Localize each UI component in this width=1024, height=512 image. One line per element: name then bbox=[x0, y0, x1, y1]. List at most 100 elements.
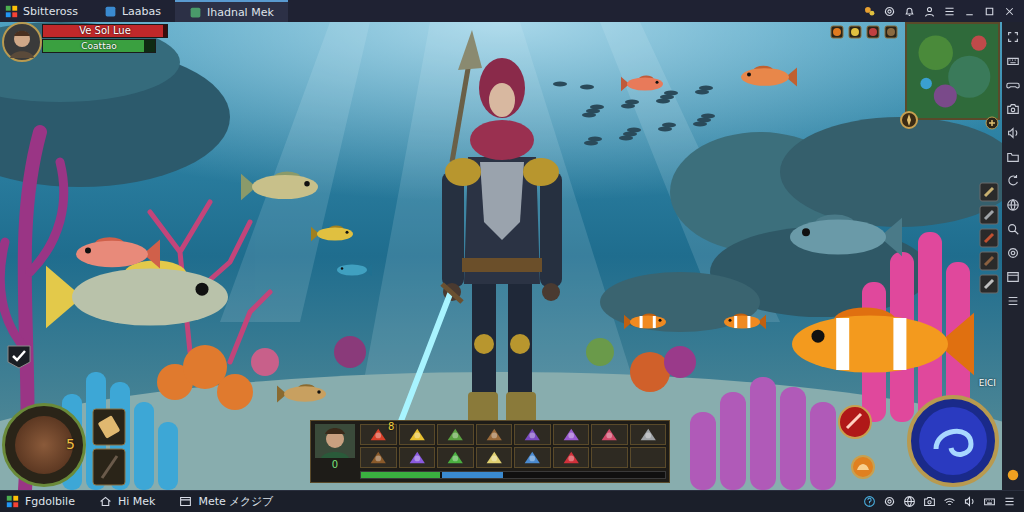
buff-icon[interactable] bbox=[830, 25, 844, 39]
tab[interactable]: Laabas bbox=[90, 0, 175, 22]
hotbar-slot[interactable] bbox=[514, 424, 551, 445]
menu-icon[interactable] bbox=[1003, 495, 1016, 508]
title-bar: Sbitteross LaabasIhadnal Mek bbox=[0, 0, 1024, 22]
hotbar-slot[interactable] bbox=[476, 424, 513, 445]
sand bbox=[0, 372, 1002, 490]
folder-icon[interactable] bbox=[1006, 150, 1020, 164]
hotbar-slot[interactable] bbox=[630, 447, 667, 468]
item-icon bbox=[400, 448, 435, 467]
fish bbox=[621, 76, 663, 92]
menu-button-icon[interactable] bbox=[979, 205, 999, 225]
app-brand[interactable]: Sbitteross bbox=[0, 5, 90, 18]
menu-icon[interactable] bbox=[1006, 294, 1020, 308]
help-icon[interactable] bbox=[863, 495, 876, 508]
hotbar-slot[interactable] bbox=[553, 424, 590, 445]
menu-button-icon[interactable] bbox=[979, 228, 999, 248]
app-logo-icon bbox=[5, 5, 18, 18]
hotbar-slot[interactable] bbox=[553, 447, 590, 468]
gear-icon[interactable] bbox=[883, 5, 896, 18]
fish bbox=[277, 384, 326, 402]
staff-icon[interactable] bbox=[92, 448, 126, 486]
buff-icon[interactable] bbox=[884, 25, 898, 39]
minimap-terrain-icon bbox=[907, 24, 998, 118]
scroll-icon[interactable] bbox=[92, 408, 126, 446]
hotbar-slot[interactable] bbox=[591, 424, 628, 445]
bell-icon[interactable] bbox=[903, 5, 916, 18]
menu-button-icon[interactable] bbox=[979, 274, 999, 294]
window-icon bbox=[179, 495, 192, 508]
hotbar-slot[interactable] bbox=[476, 447, 513, 468]
menu-button-icon[interactable] bbox=[979, 251, 999, 271]
globe-icon[interactable] bbox=[903, 495, 916, 508]
player-name: Ve Sol Lue bbox=[79, 25, 131, 37]
companion-portrait[interactable]: 0 bbox=[314, 424, 356, 479]
keyboard-icon[interactable] bbox=[983, 495, 996, 508]
hotbar-slot[interactable] bbox=[437, 447, 474, 468]
hotbar-slot[interactable] bbox=[514, 447, 551, 468]
player-frame[interactable]: Ve Sol Lue Coattao bbox=[2, 22, 168, 62]
quest-tracker[interactable] bbox=[6, 344, 32, 370]
hotbar-slot[interactable] bbox=[591, 447, 628, 468]
attack-orb-icon[interactable] bbox=[837, 404, 873, 440]
rotate-icon[interactable] bbox=[1006, 174, 1020, 188]
purple-tube-coral bbox=[690, 377, 836, 490]
taskbar-label: Fgdolbile bbox=[25, 495, 75, 508]
fish bbox=[337, 263, 372, 276]
compass-gauge[interactable]: 5 bbox=[2, 403, 86, 487]
min-icon[interactable] bbox=[963, 5, 976, 18]
taskbar-item[interactable]: Fgdolbile bbox=[0, 495, 93, 508]
buff-icon[interactable] bbox=[866, 25, 880, 39]
orange-coral bbox=[157, 345, 279, 410]
window-title: Sbitteross bbox=[23, 5, 78, 18]
max-icon[interactable] bbox=[983, 5, 996, 18]
expand-icon[interactable] bbox=[1006, 30, 1020, 44]
skill-label: EICI bbox=[979, 378, 996, 388]
player-avatar[interactable] bbox=[2, 22, 42, 62]
wifi-icon[interactable] bbox=[943, 495, 956, 508]
slot-badge: 8 bbox=[388, 421, 394, 432]
hotbar-slot[interactable] bbox=[437, 424, 474, 445]
camera-icon[interactable] bbox=[1006, 102, 1020, 116]
hotbar-slot[interactable] bbox=[399, 424, 436, 445]
user-icon[interactable] bbox=[923, 5, 936, 18]
coin-icon[interactable] bbox=[1006, 468, 1020, 482]
camera-icon[interactable] bbox=[923, 495, 936, 508]
minimap[interactable] bbox=[905, 22, 1000, 120]
hotbar-slot[interactable] bbox=[399, 447, 436, 468]
volume-icon[interactable] bbox=[1006, 126, 1020, 140]
menu-button-icon[interactable] bbox=[979, 182, 999, 202]
globe-icon[interactable] bbox=[1006, 198, 1020, 212]
search-icon[interactable] bbox=[1006, 222, 1020, 236]
taskbar-item[interactable]: Hi Mek bbox=[93, 495, 173, 508]
close-icon[interactable] bbox=[1003, 5, 1016, 18]
compass-icon[interactable] bbox=[899, 110, 919, 130]
water-skill-icon[interactable] bbox=[906, 394, 1000, 488]
buff-icon[interactable] bbox=[848, 25, 862, 39]
keyboard-icon[interactable] bbox=[1006, 54, 1020, 68]
hotbar-slot[interactable] bbox=[360, 447, 397, 468]
energy-bar: Coattao bbox=[42, 39, 156, 53]
volume-icon[interactable] bbox=[963, 495, 976, 508]
item-icon bbox=[515, 425, 550, 444]
gear-icon[interactable] bbox=[883, 495, 896, 508]
game-view[interactable]: Ve Sol LueCoattao508EICI bbox=[0, 22, 1002, 490]
tab[interactable]: Ihadnal Mek bbox=[175, 0, 288, 22]
gamepad-icon[interactable] bbox=[1006, 78, 1020, 92]
character[interactable] bbox=[396, 30, 562, 450]
system-tray bbox=[863, 495, 1024, 508]
experience-bar bbox=[360, 471, 666, 479]
quest-check-icon bbox=[6, 344, 32, 370]
fish bbox=[790, 215, 902, 257]
window-icon[interactable] bbox=[1006, 270, 1020, 284]
hotbar-slot[interactable] bbox=[630, 424, 667, 445]
hotbar: 08 bbox=[310, 420, 670, 483]
taskbar-item[interactable]: Mete メクジブ bbox=[173, 494, 291, 509]
gear-icon[interactable] bbox=[1006, 246, 1020, 260]
menu-icon[interactable] bbox=[943, 5, 956, 18]
minimap-zoom-icon[interactable] bbox=[985, 116, 999, 130]
fish bbox=[46, 261, 228, 329]
puzzle-icon[interactable] bbox=[863, 5, 876, 18]
fish bbox=[741, 66, 797, 87]
shell-orb-icon[interactable] bbox=[850, 454, 876, 480]
item-icon bbox=[438, 448, 473, 467]
